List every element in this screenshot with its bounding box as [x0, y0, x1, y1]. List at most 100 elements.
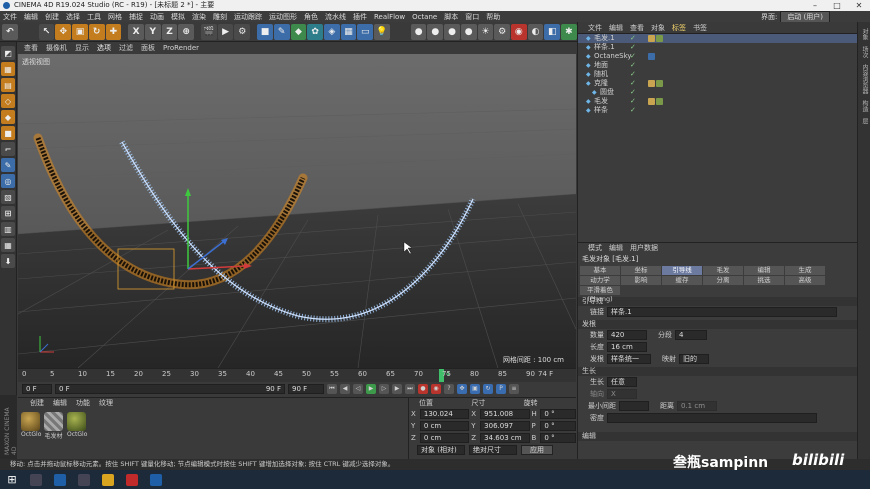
object-menu-item[interactable]: 书签 — [693, 22, 707, 33]
material-menu-item[interactable]: 纹理 — [99, 398, 113, 409]
axis-mode-icon[interactable]: ⌐ — [1, 142, 15, 156]
position-key-icon[interactable]: ✥ — [457, 384, 467, 394]
pos-z-field[interactable]: 0 cm — [419, 433, 470, 443]
lock-icon[interactable]: ⊞ — [1, 206, 15, 220]
menu-item[interactable]: Octane — [412, 13, 437, 21]
section-roots[interactable]: 发根 — [578, 320, 857, 329]
mapping-dropdown[interactable]: 旧的 — [679, 354, 709, 364]
menu-item[interactable]: 帮助 — [486, 12, 500, 22]
octane-camera-icon[interactable]: ◧ — [544, 23, 561, 40]
menu-item[interactable]: 雕刻 — [213, 12, 227, 22]
browser-icon[interactable] — [54, 473, 66, 486]
octane-toggle-icon[interactable]: ◐ — [527, 23, 544, 40]
render-settings-icon[interactable]: ⚙ — [234, 23, 251, 40]
end-frame-field[interactable]: 90 F — [288, 384, 324, 394]
menu-item[interactable]: 脚本 — [444, 12, 458, 22]
viewport-menu-item[interactable]: 过滤 — [119, 42, 133, 54]
octane-sun-icon[interactable]: ☀ — [477, 23, 494, 40]
attribute-tab[interactable]: 坐标 — [621, 266, 661, 275]
octane-material-icon[interactable]: ● — [427, 23, 444, 40]
attribute-tab[interactable]: 毛发 — [703, 266, 743, 275]
windows-start-icon[interactable]: ⊞ — [6, 473, 18, 486]
object-menu-item[interactable]: 查看 — [630, 22, 644, 33]
menu-item[interactable]: 模拟 — [171, 12, 185, 22]
x-axis-icon[interactable]: X — [128, 23, 144, 40]
recent-tool-icon[interactable]: ✚ — [105, 23, 122, 40]
polygons-mode-icon[interactable]: ■ — [1, 126, 15, 140]
octane-settings-icon[interactable]: ⚙ — [494, 23, 510, 40]
right-panel-tab[interactable]: 对象 — [860, 28, 869, 40]
object-row[interactable]: ◆ 地面 ✓ — [578, 61, 857, 70]
min-spacing-checkbox[interactable] — [619, 401, 649, 411]
menu-item[interactable]: 动画 — [150, 12, 164, 22]
section-guides[interactable]: 引导线 — [578, 297, 857, 306]
y-axis-icon[interactable]: Y — [144, 23, 161, 40]
attribute-menu-item[interactable]: 用户数据 — [630, 243, 658, 254]
attribute-tab[interactable]: 高级 — [785, 276, 825, 285]
object-row[interactable]: ◆ OctaneSky ✓ — [578, 52, 857, 61]
size-mode-dropdown[interactable]: 绝对尺寸 — [469, 445, 517, 455]
play-icon[interactable]: ▶ — [366, 384, 376, 394]
pos-y-field[interactable]: 0 cm — [419, 421, 470, 431]
render-picture-icon[interactable]: ▶ — [217, 23, 234, 40]
cube-icon[interactable]: ■ — [257, 23, 273, 40]
prev-key-icon[interactable]: ◀ — [340, 384, 350, 394]
rotate-icon[interactable]: ↻ — [88, 23, 105, 40]
pen-icon[interactable]: ✎ — [273, 23, 290, 40]
menu-item[interactable]: 插件 — [353, 12, 367, 22]
visibility-check-icon[interactable]: ✓ — [630, 34, 636, 43]
octane-sky-icon[interactable]: ● — [460, 23, 477, 40]
link-field[interactable]: 样条.1 — [607, 307, 837, 317]
attribute-tab[interactable]: 分离 — [703, 276, 743, 285]
attribute-tab[interactable]: 引导线 — [662, 266, 702, 275]
viewport-menu-item[interactable]: ProRender — [163, 42, 199, 54]
download-icon[interactable]: ⬇ — [1, 254, 15, 268]
octane-sphere-icon[interactable]: ● — [410, 23, 427, 40]
timeline-ruler[interactable]: 74 74 F 0 5 10 15 20 25 30 35 40 45 50 55 60 65 70 75 80… — [18, 368, 576, 383]
material-menu-item[interactable]: 创建 — [30, 398, 44, 409]
search-icon[interactable] — [30, 473, 42, 486]
subdivision-icon[interactable]: ◆ — [290, 23, 307, 40]
keyframe-selection-icon[interactable]: ? — [444, 384, 454, 394]
edges-mode-icon[interactable]: ◆ — [1, 110, 15, 124]
select-arrow-icon[interactable]: ↖ — [38, 23, 55, 40]
attribute-tab[interactable]: 编辑 — [744, 266, 784, 275]
object-row[interactable]: ◆ 随机 ✓ — [578, 70, 857, 79]
object-menu-item[interactable]: 对象 — [651, 22, 665, 33]
right-panel-tab[interactable]: 构造 — [860, 100, 869, 112]
menu-item[interactable]: 工具 — [87, 12, 101, 22]
count-field[interactable]: 420 — [607, 330, 647, 340]
visibility-check-icon[interactable]: ✓ — [630, 88, 636, 97]
visibility-check-icon[interactable]: ✓ — [630, 70, 636, 79]
menu-item[interactable]: 编辑 — [24, 12, 38, 22]
object-menu-item[interactable]: 文件 — [588, 22, 602, 33]
floor-icon[interactable]: ▦ — [340, 23, 357, 40]
pos-x-field[interactable]: 130.024 cm — [419, 409, 470, 427]
viewport-menu-item[interactable]: 选项 — [97, 42, 111, 54]
menu-item[interactable]: 捕捉 — [129, 12, 143, 22]
object-row[interactable]: ◆ 圆盘 ✓ — [578, 88, 857, 97]
attribute-menu-item[interactable]: 编辑 — [609, 243, 623, 254]
menu-item[interactable]: 网格 — [108, 12, 122, 22]
size-x-field[interactable]: 951.008 cm — [480, 409, 530, 427]
object-row[interactable]: ◆ 毛发 ✓ — [578, 97, 857, 106]
step-back-icon[interactable]: ◁ — [353, 384, 363, 394]
object-row[interactable]: ◆ 毛发.1 ✓ — [578, 34, 857, 43]
menu-item[interactable]: 角色 — [304, 12, 318, 22]
menu-item[interactable]: 选择 — [66, 12, 80, 22]
visibility-check-icon[interactable]: ✓ — [630, 61, 636, 70]
start-frame-field[interactable]: 0 F — [22, 384, 52, 394]
right-panel-tab[interactable]: 内容浏览器 — [860, 64, 869, 94]
apply-button[interactable]: 应用 — [521, 445, 553, 455]
object-menu-item[interactable]: 编辑 — [609, 22, 623, 33]
camera-icon[interactable]: ▭ — [357, 23, 374, 40]
undo-icon[interactable]: ↶ — [2, 23, 18, 40]
attribute-tab[interactable]: 挑选 — [744, 276, 784, 285]
tweak-icon[interactable]: ✎ — [1, 158, 15, 172]
maximize-button[interactable]: □ — [826, 0, 848, 11]
object-row[interactable]: ◆ 克隆 ✓ — [578, 79, 857, 88]
perspective-viewport[interactable]: 透视视图 网格间距 : 100 cm — [18, 54, 576, 368]
go-start-icon[interactable]: ⏮ — [327, 384, 337, 394]
menu-item[interactable]: 窗口 — [465, 12, 479, 22]
grid-icon[interactable]: ▦ — [1, 238, 15, 252]
